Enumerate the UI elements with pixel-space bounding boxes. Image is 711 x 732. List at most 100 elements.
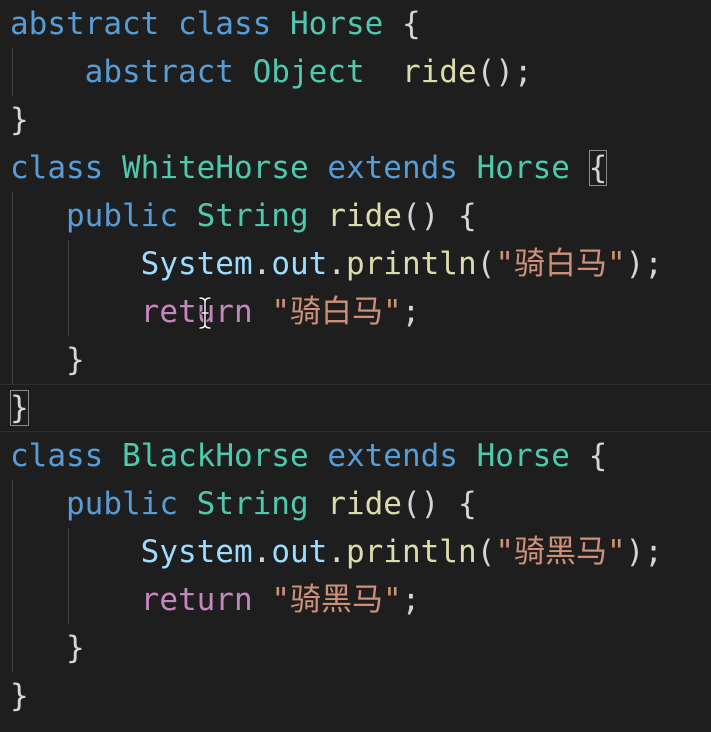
code-line[interactable]: abstract Object ride();	[0, 48, 711, 96]
code-line-text: class WhiteHorse extends Horse {	[10, 144, 608, 192]
code-line[interactable]: public String ride() {	[0, 480, 711, 528]
code-line-text: System.out.println("骑黑马");	[10, 528, 663, 576]
code-token: "骑白马"	[271, 294, 402, 330]
code-line-text: abstract class Horse {	[10, 0, 421, 48]
code-token: extends	[327, 438, 458, 474]
code-line[interactable]: abstract class Horse {	[0, 0, 711, 48]
code-token: WhiteHorse	[122, 150, 309, 186]
code-line[interactable]: class WhiteHorse extends Horse {	[0, 144, 711, 192]
code-token: "骑黑马"	[495, 534, 626, 570]
code-token: "骑白马"	[495, 246, 626, 282]
code-token: class	[10, 150, 104, 186]
code-token: extends	[327, 150, 458, 186]
code-line-text: class BlackHorse extends Horse {	[10, 432, 607, 480]
code-token: ride	[327, 486, 402, 522]
code-token: System	[140, 534, 253, 570]
code-token: "骑黑马"	[271, 582, 402, 618]
code-token: {	[588, 438, 608, 474]
code-line[interactable]: return "骑白马";	[0, 288, 711, 336]
code-line[interactable]: }	[0, 624, 711, 672]
code-token: out	[271, 534, 328, 570]
code-line[interactable]: System.out.println("骑黑马");	[0, 528, 711, 576]
code-token: return	[140, 294, 253, 330]
code-line[interactable]: }	[0, 672, 711, 720]
code-token: .	[252, 534, 272, 570]
code-token: Object	[252, 54, 365, 90]
code-token: BlackHorse	[122, 438, 309, 474]
code-line[interactable]: }	[0, 336, 711, 384]
code-token: }	[10, 102, 29, 138]
code-token: (	[476, 534, 496, 570]
code-token: public	[66, 198, 178, 234]
code-token: String	[196, 486, 309, 522]
code-token: abstract	[10, 6, 160, 42]
code-line[interactable]: return "骑黑马";	[0, 576, 711, 624]
code-token: ;	[401, 294, 421, 330]
code-token: ride	[327, 198, 402, 234]
code-token: }	[66, 630, 85, 666]
code-token: out	[271, 246, 328, 282]
code-line-text: System.out.println("骑白马");	[10, 240, 663, 288]
code-token: System	[140, 246, 253, 282]
code-token: .	[252, 246, 272, 282]
code-line-text: public String ride() {	[10, 480, 477, 528]
code-token: String	[196, 198, 309, 234]
code-token: ;	[401, 582, 421, 618]
code-token: () {	[401, 486, 477, 522]
code-line[interactable]: }	[0, 384, 711, 432]
code-line-text: abstract Object ride();	[10, 48, 533, 96]
code-line[interactable]: class BlackHorse extends Horse {	[0, 432, 711, 480]
code-token: Horse	[476, 150, 570, 186]
code-token: );	[625, 246, 663, 282]
code-token: println	[345, 534, 477, 570]
code-token: }	[10, 678, 29, 714]
code-line[interactable]: public String ride() {	[0, 192, 711, 240]
code-line-text: return "骑白马";	[10, 288, 421, 336]
code-token: }	[66, 342, 85, 378]
code-line-text: }	[10, 624, 85, 672]
code-line-text: }	[10, 672, 29, 720]
code-token: .	[327, 534, 346, 570]
code-token: .	[327, 246, 346, 282]
text-cursor-i-beam-icon	[198, 296, 212, 330]
code-token: return	[140, 582, 253, 618]
code-token: (	[476, 246, 496, 282]
code-line[interactable]: System.out.println("骑白马");	[0, 240, 711, 288]
code-token: Horse	[476, 438, 570, 474]
code-token: Horse	[289, 6, 384, 42]
code-editor[interactable]: abstract class Horse { abstract Object r…	[0, 0, 711, 732]
code-token: abstract	[84, 54, 234, 90]
code-line-text: }	[10, 96, 29, 144]
code-token: () {	[401, 198, 477, 234]
code-token: ();	[476, 54, 533, 90]
code-token: println	[345, 246, 477, 282]
code-line[interactable]: }	[0, 96, 711, 144]
code-token: class	[10, 438, 104, 474]
code-line-text: }	[10, 385, 29, 431]
matched-bracket: }	[10, 390, 29, 426]
